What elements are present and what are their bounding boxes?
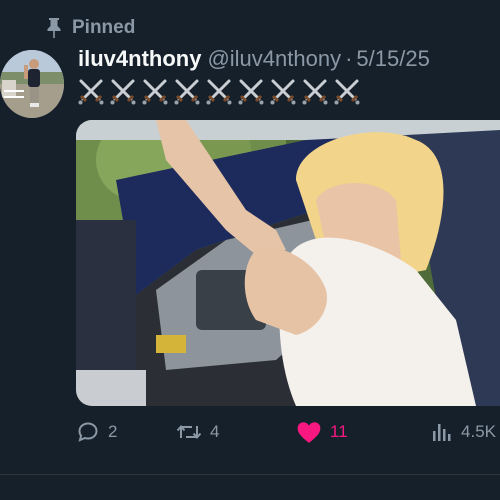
crossed-swords-icon-row: [76, 77, 362, 107]
crossed-swords-icon: [238, 79, 264, 105]
reply-count: 2: [108, 422, 118, 441]
like-count: 11: [330, 422, 348, 441]
crossed-swords-icon: [270, 79, 296, 105]
avatar[interactable]: [0, 50, 64, 118]
tweet-header: iluv4nthony @iluv4nthony · 5/15/25: [78, 46, 430, 76]
views-button[interactable]: 4.5K: [431, 421, 496, 443]
display-name[interactable]: iluv4nthony: [78, 46, 201, 72]
handle[interactable]: @iluv4nthony: [207, 46, 341, 72]
like-button[interactable]: 11: [296, 420, 406, 444]
pinned-indicator: Pinned: [46, 16, 135, 40]
crossed-swords-icon: [142, 79, 168, 105]
tweet-actions: 2 4 11 4.5K: [76, 416, 496, 448]
avatar-photo: [0, 50, 64, 118]
crossed-swords-icon: [334, 79, 360, 105]
tweet-divider: [0, 474, 500, 475]
reply-icon: [78, 422, 98, 442]
crossed-swords-icon: [174, 79, 200, 105]
crossed-swords-icon: [302, 79, 328, 105]
tweet-photo[interactable]: [76, 120, 500, 406]
crossed-swords-icon: [206, 79, 232, 105]
pin-icon: [47, 18, 61, 38]
crossed-swords-icon: [78, 79, 104, 105]
separator-dot: ·: [345, 46, 353, 71]
heart-icon: [297, 422, 321, 443]
photo-car-interior: [76, 120, 500, 406]
pinned-label: Pinned: [72, 17, 136, 38]
retweet-icon: [176, 424, 202, 440]
tweet-date[interactable]: 5/15/25: [356, 46, 429, 72]
retweet-button[interactable]: 4: [176, 420, 296, 444]
crossed-swords-icon: [110, 79, 136, 105]
view-count: 4.5K: [461, 422, 496, 441]
reply-button[interactable]: 2: [76, 420, 176, 444]
tweet-text: [76, 76, 362, 108]
views-icon: [433, 424, 451, 441]
retweet-count: 4: [210, 422, 220, 441]
